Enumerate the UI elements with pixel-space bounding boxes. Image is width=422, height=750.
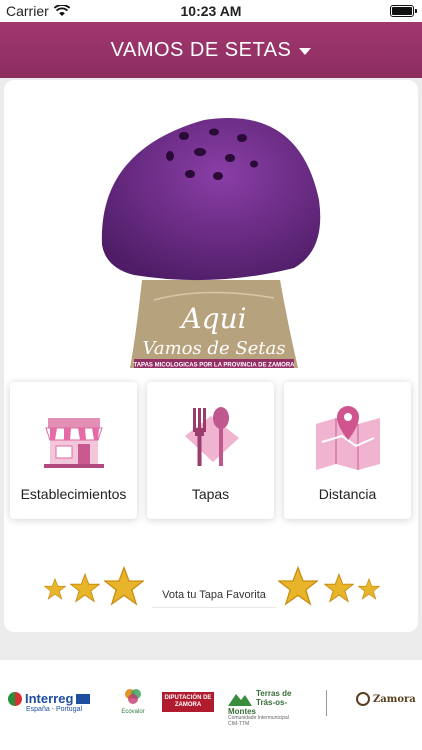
star-icon — [358, 578, 380, 600]
star-icon — [278, 566, 318, 606]
tile-label-tapas: Tapas — [191, 486, 230, 502]
star-icon — [324, 573, 354, 603]
star-icon — [104, 566, 144, 606]
tableware-icon — [185, 407, 239, 466]
hero-line1: Aqui — [178, 302, 246, 335]
vote-row[interactable]: Vota tu Tapa Favorita — [4, 560, 418, 620]
tile-label-distancia: Distancia — [318, 486, 377, 502]
flag-icon — [8, 692, 22, 707]
footer-sponsors: Interreg España - Portugal Ecovalor DIPU… — [0, 660, 422, 750]
status-time: 10:23 AM — [180, 3, 242, 19]
nav-bar[interactable]: VAMOS DE SETAS — [0, 22, 422, 78]
mushroom-logo: Aqui Vamos de Setas TAPAS MICOLOGICAS PO… — [101, 117, 321, 369]
tile-establecimientos[interactable]: Establecimientos — [10, 382, 137, 519]
tile-tapas[interactable]: Tapas — [147, 382, 274, 519]
shop-icon — [44, 418, 104, 468]
footer-divider — [326, 690, 327, 716]
hero-line2: Vamos de Setas — [142, 338, 285, 359]
ecovalor-icon — [125, 689, 141, 704]
sponsor-diputacion-zamora: DIPUTACIÓN DE ZAMORA — [162, 692, 214, 712]
status-bar: Carrier 10:23 AM — [0, 0, 422, 22]
tile-distancia[interactable]: Distancia — [284, 382, 411, 519]
map-pin-icon — [316, 406, 380, 470]
hero-tagline: TAPAS MICOLOGICAS POR LA PROVINCIA DE ZA… — [133, 363, 295, 369]
vote-label[interactable]: Vota tu Tapa Favorita — [152, 582, 276, 608]
nav-title[interactable]: VAMOS DE SETAS — [111, 39, 292, 62]
sponsor-zamora: Zamora — [356, 692, 416, 706]
sponsor-terras: Terras de Trás-os-Montes Comunidade Inte… — [228, 689, 292, 727]
star-icon — [44, 578, 66, 600]
battery-icon — [390, 5, 417, 17]
caret-down-icon[interactable] — [299, 47, 312, 55]
sponsor-ecovalor: Ecovalor — [116, 686, 150, 715]
sponsor-interreg: Interreg España - Portugal — [8, 691, 104, 714]
eu-flag-icon — [76, 694, 91, 705]
main-card: Aqui Vamos de Setas TAPAS MICOLOGICAS PO… — [4, 80, 418, 632]
tile-label-establecimientos: Establecimientos — [20, 486, 127, 502]
mountains-icon — [228, 694, 252, 706]
seal-icon — [356, 692, 370, 706]
star-icon — [70, 573, 100, 603]
